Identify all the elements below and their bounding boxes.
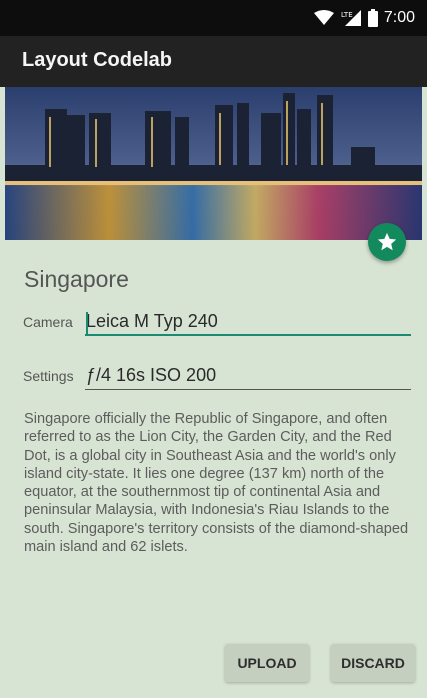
camera-label: Camera (23, 314, 73, 330)
status-bar: LTE 7:00 (0, 0, 427, 36)
description-text: Singapore officially the Republic of Sin… (24, 411, 409, 556)
status-icons: LTE 7:00 (313, 8, 415, 28)
favorite-button[interactable] (368, 223, 406, 261)
network-type-label: LTE (341, 11, 353, 19)
discard-button[interactable]: DISCARD (331, 644, 415, 682)
text-cursor (86, 312, 88, 334)
details-card: Singapore Camera Settings Singapore offi… (5, 262, 422, 698)
app-title: Layout Codelab (22, 49, 173, 71)
app-bar: Layout Codelab (0, 36, 427, 87)
cell-signal-icon: LTE (341, 10, 361, 26)
battery-icon (367, 9, 378, 27)
settings-field[interactable] (85, 362, 411, 390)
upload-button[interactable]: UPLOAD (225, 644, 309, 682)
wifi-icon (313, 10, 334, 25)
settings-label: Settings (23, 368, 74, 384)
city-skyline-image (5, 87, 422, 240)
camera-field[interactable] (85, 308, 411, 336)
status-time: 7:00 (383, 9, 415, 26)
hero-image (5, 87, 422, 240)
star-icon (377, 232, 397, 251)
place-title: Singapore (24, 266, 129, 292)
